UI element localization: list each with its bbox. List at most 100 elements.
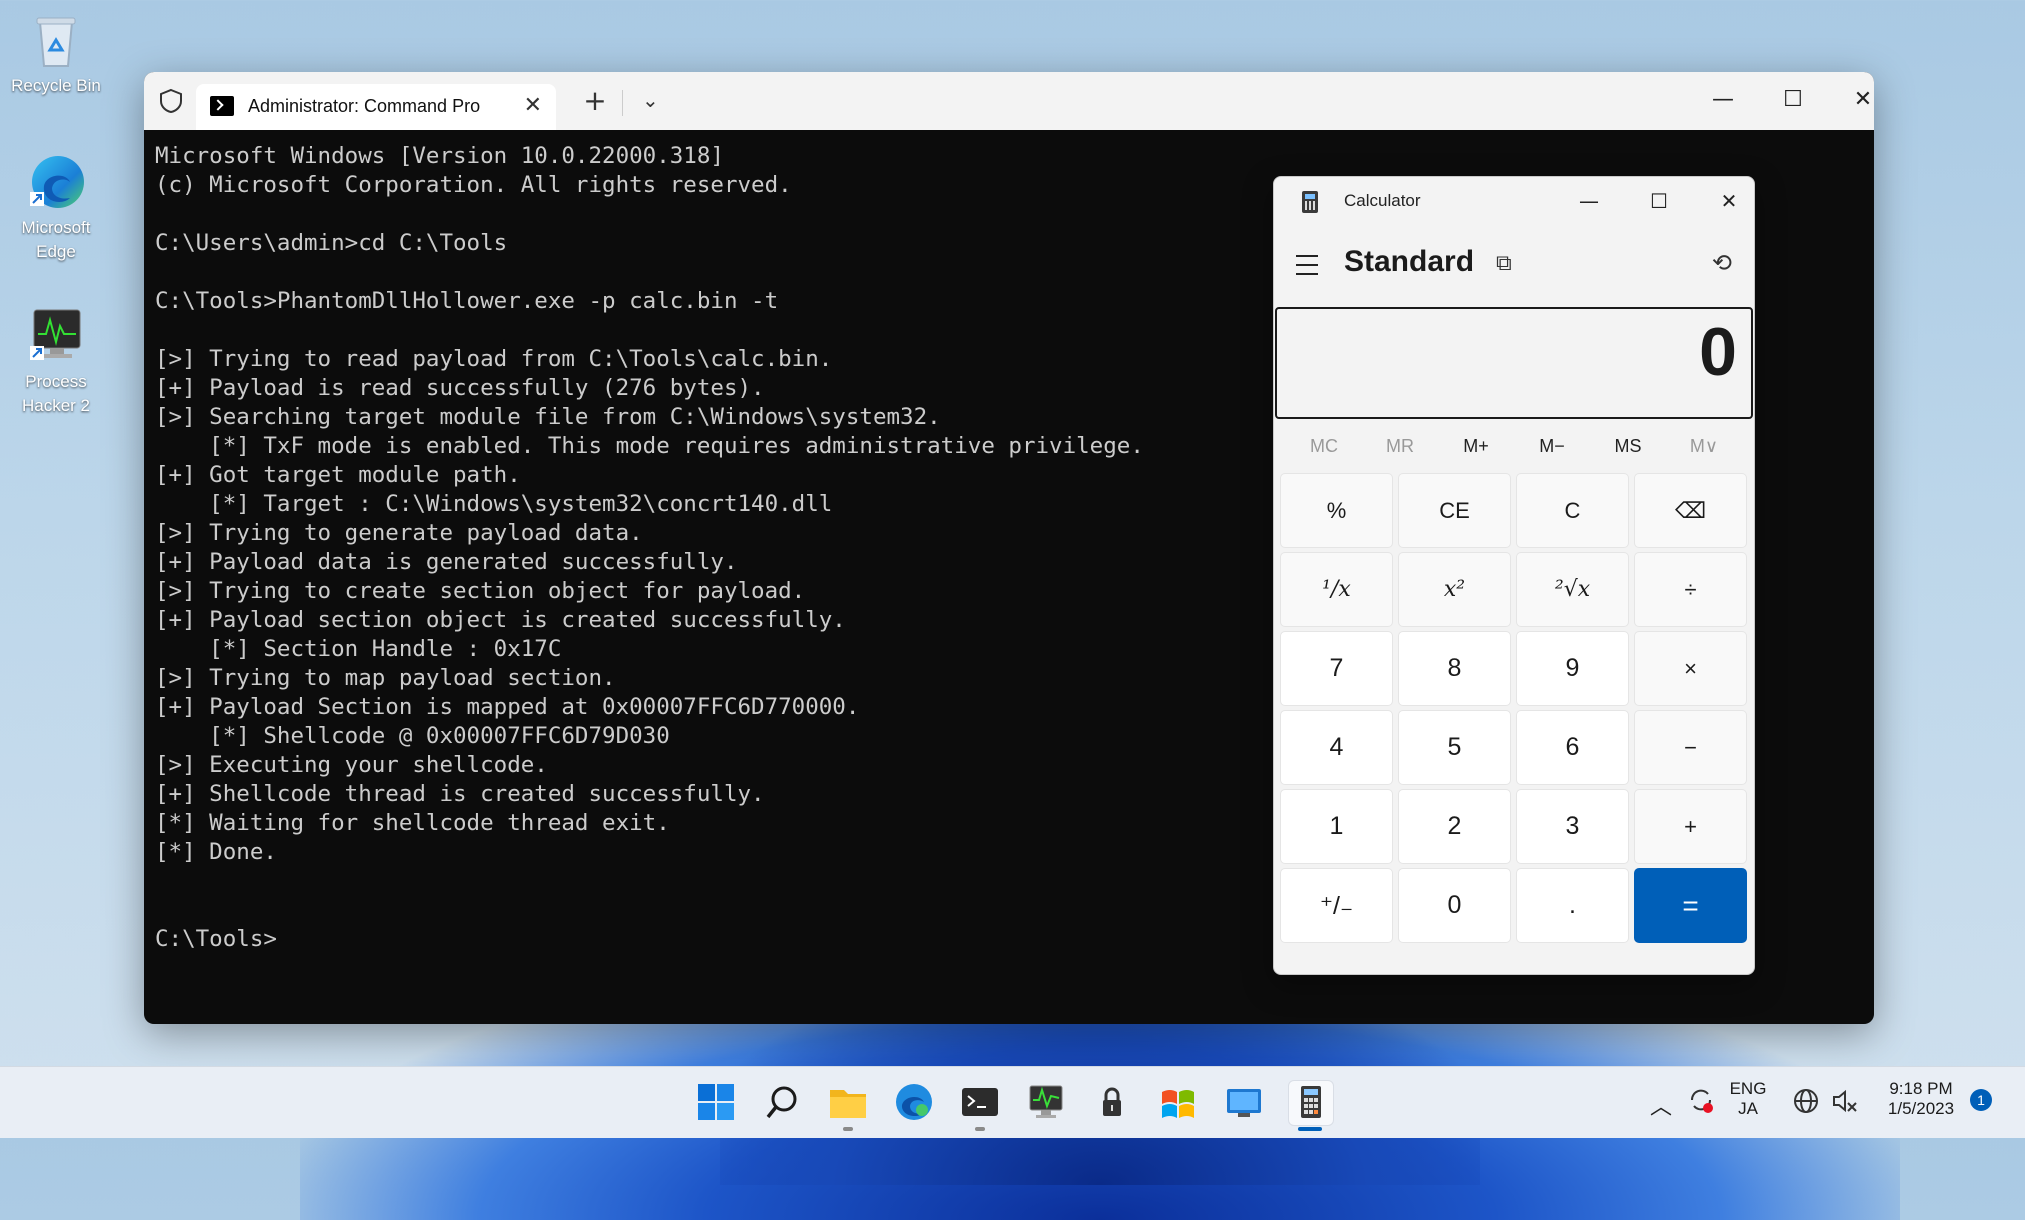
running-indicator xyxy=(843,1127,853,1131)
maximize-button[interactable]: ☐ xyxy=(1768,80,1818,120)
tab-divider xyxy=(622,90,623,116)
square-root-button[interactable]: ²√x xyxy=(1516,552,1629,627)
equals-button[interactable]: = xyxy=(1634,868,1747,943)
new-tab-button[interactable]: + xyxy=(580,84,610,117)
clear-button[interactable]: C xyxy=(1516,473,1629,548)
tab-close-icon[interactable]: ✕ xyxy=(524,93,542,118)
command-prompt-icon xyxy=(210,96,234,116)
process-hacker-icon xyxy=(26,306,86,366)
edge-icon xyxy=(26,152,86,212)
terminal-titlebar[interactable]: Administrator: Command Pro ✕ + ⌄ — ☐ ✕ xyxy=(144,72,1874,130)
clock-time: 9:18 PM xyxy=(1889,1079,1953,1098)
percent-button[interactable]: % xyxy=(1280,473,1393,548)
close-button[interactable]: ✕ xyxy=(1838,80,1874,120)
language-bottom: JA xyxy=(1738,1099,1758,1118)
multiply-button[interactable]: × xyxy=(1634,631,1747,706)
network-icon[interactable] xyxy=(1792,1087,1820,1119)
search-icon xyxy=(766,1086,797,1119)
search-button[interactable] xyxy=(760,1080,804,1124)
desktop-icon-process-hacker[interactable]: Process Hacker 2 xyxy=(6,306,106,418)
decimal-button[interactable]: . xyxy=(1516,868,1629,943)
terminal-taskbar-button[interactable] xyxy=(958,1080,1002,1124)
windows-app-button[interactable] xyxy=(1156,1080,1200,1124)
chevron-up-icon[interactable]: ︿ xyxy=(1650,1089,1672,1121)
negate-button[interactable]: ⁺/₋ xyxy=(1280,868,1393,943)
monitor-icon xyxy=(1227,1089,1261,1117)
calculator-maximize-button[interactable]: ☐ xyxy=(1634,183,1684,219)
reciprocal-label: ¹/x xyxy=(1322,577,1351,602)
calculator-close-button[interactable]: ✕ xyxy=(1704,183,1754,219)
memory-subtract-button[interactable]: M− xyxy=(1516,436,1588,457)
tab-command-prompt[interactable]: Administrator: Command Pro ✕ xyxy=(196,84,556,130)
digit-9-button[interactable]: 9 xyxy=(1516,631,1629,706)
lock-app-button[interactable] xyxy=(1090,1080,1134,1124)
calculator-icon xyxy=(1301,1086,1321,1118)
backspace-button[interactable]: ⌫ xyxy=(1634,473,1747,548)
edge-taskbar-button[interactable] xyxy=(892,1080,936,1124)
start-button[interactable] xyxy=(694,1080,738,1124)
notification-badge[interactable]: 1 xyxy=(1970,1089,1992,1111)
shield-icon xyxy=(158,88,184,114)
plus-button[interactable]: + xyxy=(1634,789,1747,864)
digit-8-button[interactable]: 8 xyxy=(1398,631,1511,706)
digit-5-button[interactable]: 5 xyxy=(1398,710,1511,785)
language-top: ENG xyxy=(1729,1079,1767,1098)
terminal-line: Microsoft Windows [Version 10.0.22000.31… xyxy=(155,143,724,169)
taskbar: ︿ ENG JA 9:18 PM 1/5/2023 1 xyxy=(0,1066,2025,1138)
sync-status-icon[interactable] xyxy=(1686,1085,1716,1119)
clear-entry-button[interactable]: CE xyxy=(1398,473,1511,548)
calculator-app-icon xyxy=(1302,191,1318,213)
display-value: 0 xyxy=(1699,314,1737,390)
keypad: % CE C ⌫ ¹/x x² ²√x ÷ 7 8 9 × 4 5 6 − 1 … xyxy=(1274,463,1754,943)
reciprocal-button[interactable]: ¹/x xyxy=(1280,552,1393,627)
file-explorer-button[interactable] xyxy=(826,1080,870,1124)
remote-desktop-button[interactable] xyxy=(1222,1080,1266,1124)
windows-flag-icon xyxy=(1162,1090,1194,1118)
calculator-window[interactable]: Calculator — ☐ ✕ Standard ⧉ ⟲ 0 MC MR M+… xyxy=(1273,176,1755,975)
volume-muted-icon[interactable] xyxy=(1830,1087,1858,1119)
memory-add-button[interactable]: M+ xyxy=(1440,436,1512,457)
active-indicator xyxy=(1298,1127,1322,1131)
terminal-icon xyxy=(962,1088,998,1116)
calculator-title: Calculator xyxy=(1344,191,1421,210)
calculator-taskbar-button[interactable] xyxy=(1288,1080,1334,1126)
process-hacker-icon xyxy=(1029,1085,1063,1118)
chevron-down-icon[interactable]: ⌄ xyxy=(642,88,659,112)
windows-logo-icon xyxy=(698,1084,734,1120)
language-indicator[interactable]: ENG JA xyxy=(1726,1079,1770,1119)
memory-row: MC MR M+ M− MS M∨ xyxy=(1274,429,1754,463)
memory-clear-button[interactable]: MC xyxy=(1288,436,1360,457)
minimize-button[interactable]: — xyxy=(1698,80,1748,120)
divide-button[interactable]: ÷ xyxy=(1634,552,1747,627)
digit-4-button[interactable]: 4 xyxy=(1280,710,1393,785)
digit-1-button[interactable]: 1 xyxy=(1280,789,1393,864)
desktop-icon-label: Microsoft Edge xyxy=(21,218,91,261)
recycle-bin-icon xyxy=(26,10,86,70)
calculator-mode-title: Standard xyxy=(1344,245,1475,278)
navigation-menu-icon[interactable] xyxy=(1296,255,1318,275)
calculator-titlebar[interactable]: Calculator — ☐ ✕ xyxy=(1274,177,1754,227)
history-icon[interactable]: ⟲ xyxy=(1712,249,1732,277)
folder-icon xyxy=(830,1090,866,1118)
desktop-icon-recycle-bin[interactable]: Recycle Bin xyxy=(6,10,106,98)
calculator-display: 0 xyxy=(1275,307,1753,419)
digit-6-button[interactable]: 6 xyxy=(1516,710,1629,785)
digit-2-button[interactable]: 2 xyxy=(1398,789,1511,864)
tab-title: Administrator: Command Pro xyxy=(248,96,481,116)
keep-on-top-icon[interactable]: ⧉ xyxy=(1496,251,1512,276)
square-button[interactable]: x² xyxy=(1398,552,1511,627)
digit-7-button[interactable]: 7 xyxy=(1280,631,1393,706)
memory-recall-button[interactable]: MR xyxy=(1364,436,1436,457)
clock[interactable]: 9:18 PM 1/5/2023 xyxy=(1876,1079,1966,1119)
minus-button[interactable]: − xyxy=(1634,710,1747,785)
digit-3-button[interactable]: 3 xyxy=(1516,789,1629,864)
memory-store-button[interactable]: MS xyxy=(1592,436,1664,457)
desktop-icon-label: Process Hacker 2 xyxy=(21,372,91,415)
desktop-icon-edge[interactable]: Microsoft Edge xyxy=(6,152,106,264)
edge-icon xyxy=(896,1084,932,1120)
calculator-minimize-button[interactable]: — xyxy=(1564,183,1614,219)
digit-0-button[interactable]: 0 xyxy=(1398,868,1511,943)
process-hacker-taskbar-button[interactable] xyxy=(1024,1080,1068,1124)
square-root-label: ²√x xyxy=(1554,577,1591,602)
memory-list-button[interactable]: M∨ xyxy=(1668,436,1740,457)
